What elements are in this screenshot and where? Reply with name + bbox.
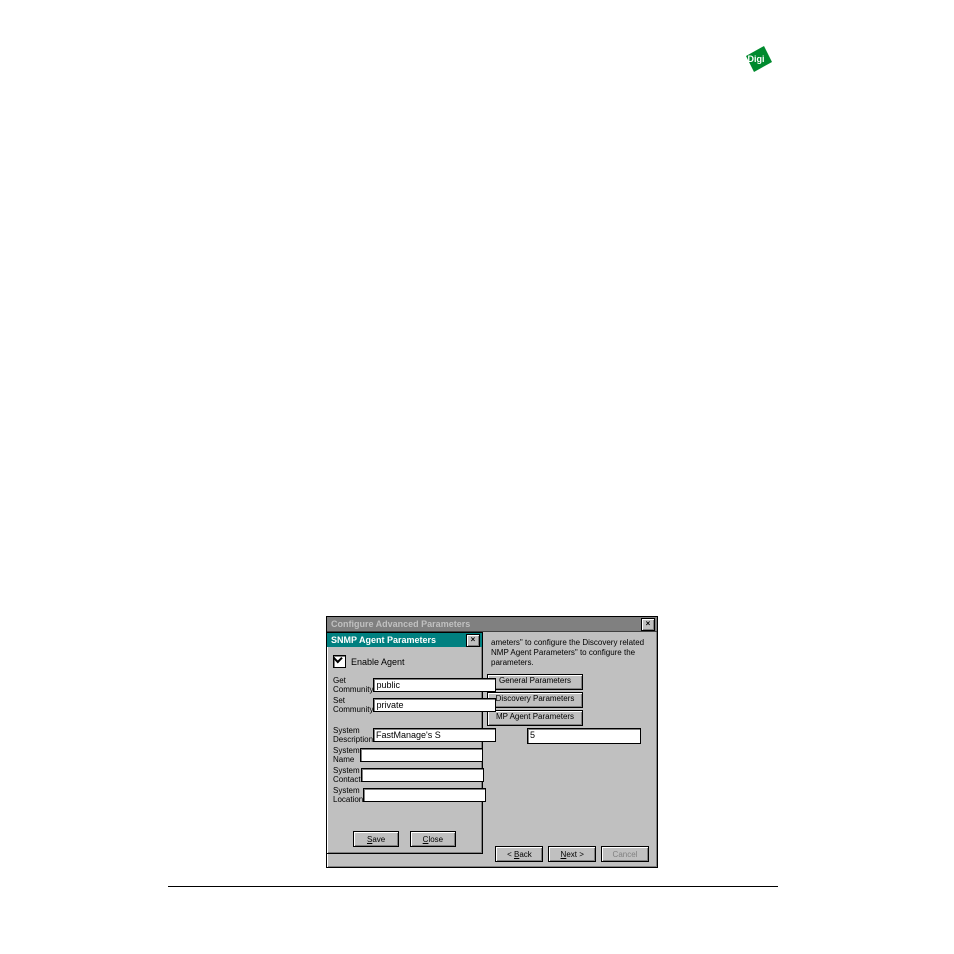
next-button[interactable]: Next > <box>548 846 596 862</box>
discovery-parameters-button[interactable]: Discovery Parameters <box>487 692 583 708</box>
close-button[interactable]: Close <box>410 831 456 847</box>
set-community-label: Set Community <box>333 696 373 714</box>
general-parameters-button[interactable]: General Parameters <box>487 674 583 690</box>
numeric-value-field[interactable]: 5 <box>527 728 641 744</box>
advanced-dialog-title: Configure Advanced Parameters <box>331 619 470 629</box>
save-button[interactable]: Save <box>353 831 399 847</box>
system-location-input[interactable] <box>363 788 486 802</box>
system-contact-label: System Contact <box>333 766 361 784</box>
brand-logo: Digi Digi <box>738 42 774 78</box>
system-location-label: System Location <box>333 786 363 804</box>
set-community-input[interactable] <box>373 698 496 712</box>
advanced-dialog-titlebar[interactable]: Configure Advanced Parameters × <box>327 617 657 632</box>
close-icon[interactable]: × <box>466 634 480 647</box>
config-hint-text: ameters" to configure the Discovery rela… <box>491 638 649 668</box>
get-community-input[interactable] <box>373 678 496 692</box>
snmp-dialog-title: SNMP Agent Parameters <box>331 635 436 645</box>
system-name-label: System Name <box>333 746 360 764</box>
system-description-input[interactable] <box>373 728 496 742</box>
cancel-button: Cancel <box>601 846 649 862</box>
snmp-agent-parameters-dialog: SNMP Agent Parameters × Enable Agent Get… <box>326 632 483 854</box>
back-button[interactable]: < Back <box>495 846 543 862</box>
close-icon[interactable]: × <box>641 618 655 631</box>
system-contact-input[interactable] <box>361 768 484 782</box>
system-description-label: System Description <box>333 726 373 744</box>
snmp-agent-parameters-button[interactable]: MP Agent Parameters <box>487 710 583 726</box>
enable-agent-label: Enable Agent <box>351 657 405 667</box>
system-name-input[interactable] <box>360 748 483 762</box>
enable-agent-checkbox[interactable] <box>333 655 346 668</box>
snmp-dialog-titlebar[interactable]: SNMP Agent Parameters × <box>327 633 482 647</box>
logo-text: Digi <box>748 54 765 64</box>
get-community-label: Get Community <box>333 676 373 694</box>
horizontal-rule <box>168 886 778 887</box>
